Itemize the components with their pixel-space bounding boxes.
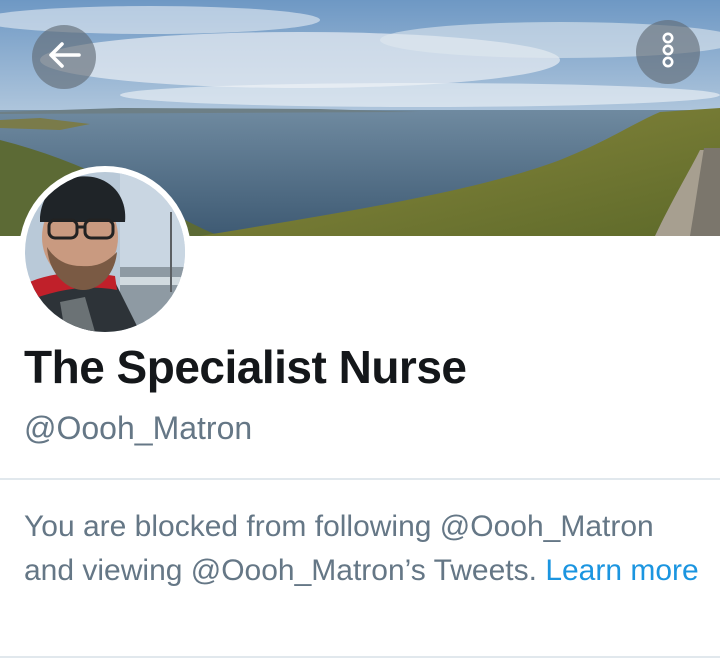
- back-button[interactable]: [32, 25, 96, 89]
- avatar-frame: [19, 166, 191, 338]
- more-vertical-icon: [661, 32, 675, 73]
- profile-display-name: The Specialist Nurse: [24, 341, 467, 393]
- avatar[interactable]: [25, 172, 185, 332]
- divider: [0, 656, 720, 658]
- learn-more-link[interactable]: Learn more: [545, 554, 698, 587]
- profile-handle: @Oooh_Matron: [24, 410, 253, 446]
- more-options-button[interactable]: [636, 20, 700, 84]
- blocked-notice: You are blocked from following @Oooh_Mat…: [24, 505, 704, 593]
- divider: [0, 478, 720, 480]
- back-arrow-icon: [47, 40, 81, 75]
